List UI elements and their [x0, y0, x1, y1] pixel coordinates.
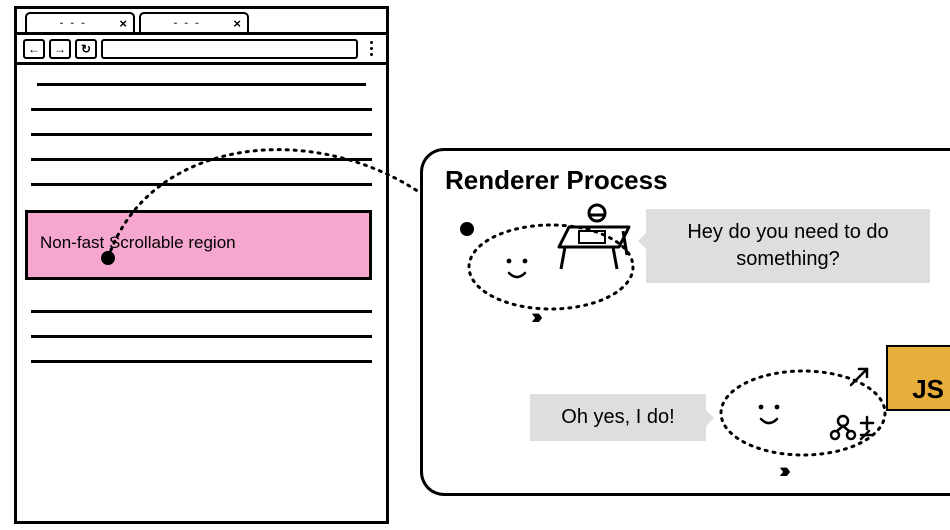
reload-button[interactable]: ↻	[75, 39, 97, 59]
forward-button[interactable]: →	[49, 39, 71, 59]
chevrons-icon: ›››	[779, 458, 785, 483]
chevrons-icon: ›››	[531, 304, 537, 329]
panel-title: Renderer Process	[445, 165, 950, 196]
js-box: JS	[886, 345, 950, 411]
compositor-thread-character	[451, 203, 651, 333]
close-icon[interactable]: ×	[233, 17, 241, 30]
dot-icon	[370, 41, 373, 44]
content-line	[37, 83, 366, 86]
back-button[interactable]: ←	[23, 39, 45, 59]
content-line	[31, 158, 372, 161]
content-line	[31, 360, 372, 363]
url-bar[interactable]	[101, 39, 358, 59]
menu-button[interactable]	[362, 39, 380, 59]
arrow-left-icon: ←	[28, 42, 40, 56]
region-label: Non-fast Scrollable region	[40, 233, 236, 252]
content-line	[31, 133, 372, 136]
page-content: Non-fast Scrollable region	[17, 65, 386, 381]
speech-bubble-bottom: Oh yes, I do!	[530, 394, 706, 441]
dot-icon	[370, 53, 373, 56]
arrow-right-icon: →	[54, 42, 66, 56]
browser-toolbar: ← → ↻	[17, 35, 386, 65]
content-line	[31, 335, 372, 338]
reload-icon: ↻	[81, 42, 91, 56]
speech-text: Hey do you need to do something?	[687, 221, 888, 270]
content-line	[31, 108, 372, 111]
speech-text: Oh yes, I do!	[561, 406, 674, 428]
renderer-process-panel: Renderer Process ››› Hey do you need to …	[420, 148, 950, 496]
tab-title-placeholder: - - -	[27, 18, 119, 29]
tab-bar: - - - × - - - ×	[17, 9, 386, 35]
speech-bubble-top: Hey do you need to do something?	[646, 209, 930, 283]
close-icon[interactable]: ×	[119, 17, 127, 30]
content-line	[31, 310, 372, 313]
non-fast-scrollable-region: Non-fast Scrollable region	[25, 210, 372, 280]
content-line	[31, 183, 372, 186]
browser-window: - - - × - - - × ← → ↻ Non-fast Scrollabl…	[14, 6, 389, 524]
js-label: JS	[912, 374, 944, 405]
browser-tab[interactable]: - - - ×	[139, 12, 249, 32]
browser-tab[interactable]: - - - ×	[25, 12, 135, 32]
main-thread-character	[711, 353, 911, 483]
dot-icon	[370, 47, 373, 50]
tab-title-placeholder: - - -	[141, 18, 233, 29]
